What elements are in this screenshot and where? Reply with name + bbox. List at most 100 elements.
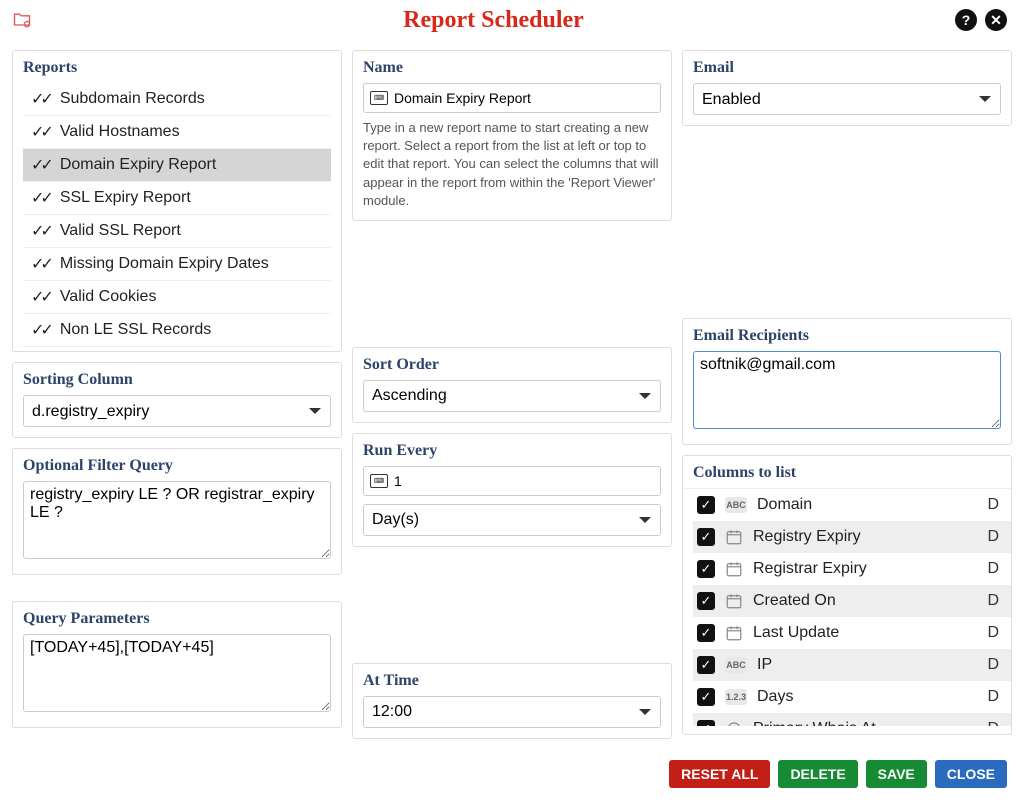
report-list-item[interactable]: ✓✓ Missing Domain Expiry Dates <box>23 248 331 281</box>
column-d: D <box>987 720 999 726</box>
sort-order-title: Sort Order <box>363 356 661 374</box>
report-list-item[interactable]: ✓✓ Subdomain Records <box>23 83 331 116</box>
report-item-label: Valid Cookies <box>60 288 157 306</box>
column-label: Primary Whois At <box>753 720 977 726</box>
column-d: D <box>987 624 999 642</box>
column-row[interactable]: ✓Created OnD <box>693 585 1011 617</box>
report-list-item[interactable]: ✓✓ Non LE SSL Records <box>23 314 331 347</box>
reports-panel: Reports ✓✓Subdomain Records✓✓Valid Hostn… <box>12 50 342 352</box>
topbar: Report Scheduler ? ✕ <box>0 0 1019 40</box>
calendar-icon <box>725 560 743 578</box>
report-item-label: Subdomain Records <box>60 90 205 108</box>
report-item-label: Domain Expiry Report <box>60 156 217 174</box>
footer-buttons: RESET ALL DELETE SAVE CLOSE <box>669 760 1007 788</box>
close-icon[interactable]: ✕ <box>985 9 1007 31</box>
at-time-select[interactable]: 12:00 <box>363 696 661 728</box>
column-d: D <box>987 688 999 706</box>
column-row[interactable]: ✓Last UpdateD <box>693 617 1011 649</box>
double-check-icon: ✓✓ <box>31 320 50 340</box>
email-recipients-input[interactable]: softnik@gmail.com <box>693 351 1001 429</box>
email-panel: Email Enabled <box>682 50 1012 126</box>
email-select[interactable]: Enabled <box>693 83 1001 115</box>
name-description: Type in a new report name to start creat… <box>363 119 661 210</box>
text-type-icon: ABC <box>725 657 747 673</box>
column-checkbox[interactable]: ✓ <box>697 592 715 610</box>
right-column: Email Enabled Email Recipients softnik@g… <box>682 50 1012 735</box>
filter-query-title: Optional Filter Query <box>23 457 331 475</box>
double-check-icon: ✓✓ <box>31 89 50 109</box>
column-d: D <box>987 560 999 578</box>
report-list-item[interactable]: ✓✓ Domain Expiry Report <box>23 149 331 182</box>
column-checkbox[interactable]: ✓ <box>697 688 715 706</box>
run-every-unit-select[interactable]: Day(s) <box>363 504 661 536</box>
report-item-label: Valid SSL Report <box>60 222 181 240</box>
report-item-label: Non LE SSL Records <box>60 321 211 339</box>
help-icon[interactable]: ? <box>955 9 977 31</box>
middle-column: Name ⌨ Type in a new report name to star… <box>352 50 672 739</box>
close-button[interactable]: CLOSE <box>935 760 1007 788</box>
column-checkbox[interactable]: ✓ <box>697 560 715 578</box>
email-recipients-title: Email Recipients <box>693 327 1001 345</box>
query-params-title: Query Parameters <box>23 610 331 628</box>
sort-order-select[interactable]: Ascending <box>363 380 661 412</box>
column-checkbox[interactable]: ✓ <box>697 496 715 514</box>
page-title: Report Scheduler <box>403 7 584 34</box>
column-checkbox[interactable]: ✓ <box>697 720 715 726</box>
delete-button[interactable]: DELETE <box>778 760 857 788</box>
column-checkbox[interactable]: ✓ <box>697 656 715 674</box>
columns-panel: Columns to list ✓ABCDomainD✓Registry Exp… <box>682 455 1012 735</box>
column-label: Registrar Expiry <box>753 560 977 578</box>
columns-scroll[interactable]: ✓ABCDomainD✓Registry ExpiryD✓Registrar E… <box>683 488 1011 726</box>
report-list-item[interactable]: ✓✓Valid SSL Report <box>23 215 331 248</box>
folder-gear-icon <box>12 10 32 30</box>
columns-title: Columns to list <box>693 464 1011 482</box>
keyboard-icon: ⌨ <box>370 474 388 488</box>
report-item-label: Valid Hostnames <box>60 123 180 141</box>
column-checkbox[interactable]: ✓ <box>697 528 715 546</box>
run-every-count-input[interactable] <box>394 473 654 489</box>
query-params-input[interactable]: [TODAY+45],[TODAY+45] <box>23 634 331 712</box>
column-d: D <box>987 592 999 610</box>
column-d: D <box>987 528 999 546</box>
double-check-icon: ✓✓ <box>31 287 50 307</box>
column-checkbox[interactable]: ✓ <box>697 624 715 642</box>
clock-icon <box>725 720 743 726</box>
run-every-title: Run Every <box>363 442 661 460</box>
sorting-column-select[interactable]: d.registry_expiry <box>23 395 331 427</box>
report-list-item[interactable]: ✓✓ Valid Cookies <box>23 281 331 314</box>
sort-order-panel: Sort Order Ascending <box>352 347 672 423</box>
double-check-icon: ✓✓ <box>31 254 50 274</box>
main-grid: Reports ✓✓Subdomain Records✓✓Valid Hostn… <box>0 40 1019 739</box>
column-row[interactable]: ✓ABCIPD <box>693 649 1011 681</box>
name-input[interactable] <box>394 90 654 106</box>
sorting-column-title: Sorting Column <box>23 371 331 389</box>
report-list: ✓✓Subdomain Records✓✓Valid Hostnames✓✓Do… <box>23 83 331 347</box>
report-item-label: SSL Expiry Report <box>60 189 191 207</box>
query-params-panel: Query Parameters [TODAY+45],[TODAY+45] <box>12 601 342 728</box>
column-row[interactable]: ✓ Primary Whois At D <box>693 713 1011 726</box>
left-column: Reports ✓✓Subdomain Records✓✓Valid Hostn… <box>12 50 342 728</box>
filter-query-panel: Optional Filter Query registry_expiry LE… <box>12 448 342 575</box>
email-recipients-panel: Email Recipients softnik@gmail.com <box>682 318 1012 445</box>
double-check-icon: ✓✓ <box>31 188 50 208</box>
column-label: IP <box>757 656 977 674</box>
sorting-column-panel: Sorting Column d.registry_expiry <box>12 362 342 438</box>
calendar-icon <box>725 592 743 610</box>
report-item-label: Missing Domain Expiry Dates <box>60 255 269 273</box>
save-button[interactable]: SAVE <box>866 760 927 788</box>
reset-all-button[interactable]: RESET ALL <box>669 760 770 788</box>
report-list-item[interactable]: ✓✓ SSL Expiry Report <box>23 182 331 215</box>
column-label: Days <box>757 688 977 706</box>
column-row[interactable]: ✓ Registrar Expiry D <box>693 553 1011 585</box>
at-time-panel: At Time 12:00 <box>352 663 672 739</box>
column-row[interactable]: ✓Registry ExpiryD <box>693 521 1011 553</box>
report-list-item[interactable]: ✓✓Valid Hostnames <box>23 116 331 149</box>
double-check-icon: ✓✓ <box>31 155 50 175</box>
filter-query-input[interactable]: registry_expiry LE ? OR registrar_expiry… <box>23 481 331 559</box>
column-row[interactable]: ✓ 1.2.3 Days D <box>693 681 1011 713</box>
name-title: Name <box>363 59 661 77</box>
column-row[interactable]: ✓ABCDomainD <box>693 489 1011 521</box>
number-type-icon: 1.2.3 <box>725 689 747 705</box>
keyboard-icon: ⌨ <box>370 91 388 105</box>
column-d: D <box>987 496 999 514</box>
